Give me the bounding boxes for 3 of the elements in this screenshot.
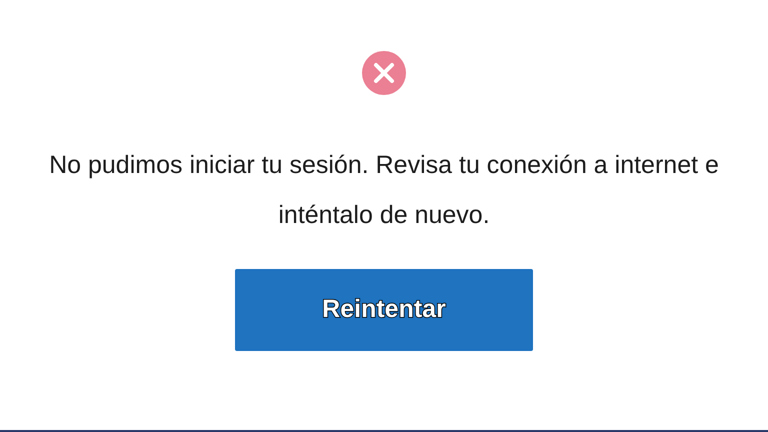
error-icon [362,51,406,95]
error-message: No pudimos iniciar tu sesión. Revisa tu conexión a internet e inténtalo de nuevo. [48,150,720,231]
retry-button[interactable]: Reintentar [235,269,533,351]
